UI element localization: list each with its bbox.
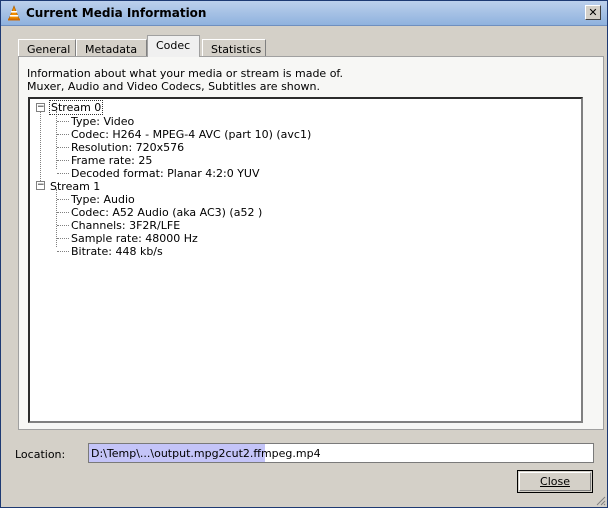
tree-line [57, 225, 69, 226]
window-title: Current Media Information [26, 6, 207, 20]
collapse-icon[interactable]: − [36, 181, 45, 190]
tab-label: General [27, 43, 71, 56]
tree-line [57, 251, 69, 252]
tree-line [57, 134, 69, 135]
stream-detail: Bitrate: 448 kb/s [71, 245, 163, 258]
collapse-icon[interactable]: − [36, 103, 45, 112]
vlc-cone-icon [8, 5, 20, 21]
stream-detail: Frame rate: 25 [71, 154, 153, 167]
stream-detail: Sample rate: 48000 Hz [71, 232, 198, 245]
media-info-window: Current Media Information ✕ General Meta… [0, 0, 608, 508]
tree-line [57, 147, 69, 148]
tree-line [57, 121, 69, 122]
close-icon[interactable]: ✕ [585, 5, 601, 20]
tree-line [57, 199, 69, 200]
close-button[interactable]: Close [517, 470, 593, 493]
resize-grip-icon[interactable] [595, 495, 606, 506]
description-line-1: Information about what your media or str… [27, 67, 343, 80]
tab-general[interactable]: General [18, 39, 76, 56]
codec-tree[interactable]: − Stream 0 Type: Video Codec: H264 - MPE… [28, 97, 583, 423]
stream-detail: Codec: H264 - MPEG-4 AVC (part 10) (avc1… [71, 128, 312, 141]
close-button-label: Close [540, 475, 570, 488]
tab-metadata[interactable]: Metadata [76, 39, 147, 56]
tab-codec[interactable]: Codec [147, 35, 200, 57]
codec-description: Information about what your media or str… [27, 67, 343, 93]
description-line-2: Muxer, Audio and Video Codecs, Subtitles… [27, 80, 320, 93]
stream-detail: Decoded format: Planar 4:2:0 YUV [71, 167, 260, 180]
tab-label: Metadata [85, 43, 138, 56]
location-field[interactable]: D:\Temp\...\output.mpg2cut2.ffmpeg.mp4 [88, 443, 594, 463]
stream-detail: Resolution: 720x576 [71, 141, 185, 154]
tree-line [57, 212, 69, 213]
stream-detail: Channels: 3F2R/LFE [71, 219, 181, 232]
stream-detail: Codec: A52 Audio (aka AC3) (a52 ) [71, 206, 263, 219]
stream-node[interactable]: Stream 1 [50, 180, 100, 193]
location-label: Location: [15, 448, 66, 461]
tab-label: Statistics [211, 43, 262, 56]
tab-statistics[interactable]: Statistics [202, 39, 266, 56]
stream-label: Stream 0 [49, 100, 104, 115]
location-value: D:\Temp\...\output.mpg2cut2.ffmpeg.mp4 [91, 447, 321, 460]
stream-node[interactable]: Stream 0 [49, 100, 104, 115]
tree-line [40, 107, 41, 187]
tab-label: Codec [156, 39, 191, 52]
stream-detail: Type: Video [71, 115, 135, 128]
tree-line [57, 238, 69, 239]
tree-line [57, 160, 69, 161]
tree-line [57, 173, 69, 174]
codec-panel: Information about what your media or str… [18, 56, 604, 430]
title-bar[interactable]: Current Media Information ✕ [1, 1, 607, 26]
stream-detail: Type: Audio [71, 193, 135, 206]
